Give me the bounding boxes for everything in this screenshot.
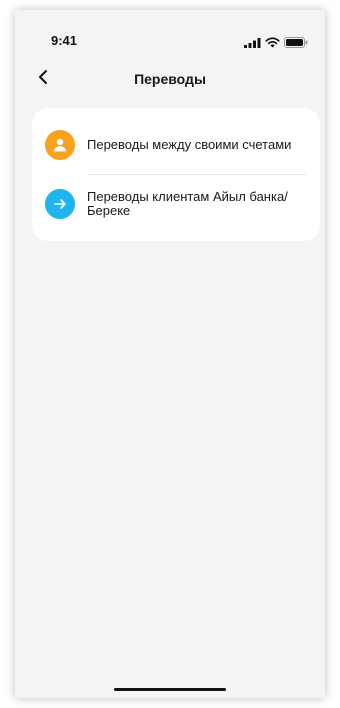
page-title: Переводы xyxy=(134,71,206,87)
nav-bar: Переводы xyxy=(15,65,325,95)
transfers-menu-card: Переводы между своими счетами Переводы к… xyxy=(32,108,320,241)
menu-item-own-accounts[interactable]: Переводы между своими счетами xyxy=(32,116,320,174)
status-time: 9:41 xyxy=(51,33,78,48)
status-icons xyxy=(244,35,308,53)
status-bar: 9:41 xyxy=(15,10,325,54)
arrow-right-icon xyxy=(45,189,75,219)
menu-item-label: Переводы клиентам Айыл банка/Береке xyxy=(87,189,288,218)
menu-item-label: Переводы между своими счетами xyxy=(87,137,292,152)
user-icon xyxy=(45,130,75,160)
battery-icon xyxy=(284,35,308,53)
signal-icon xyxy=(244,35,261,53)
menu-item-bank-clients[interactable]: Переводы клиентам Айыл банка/Береке xyxy=(32,175,320,233)
wifi-icon xyxy=(265,35,280,53)
home-indicator xyxy=(114,688,226,691)
phone-screen: 9:41 Переводы Переводы между своими счет… xyxy=(15,10,325,698)
